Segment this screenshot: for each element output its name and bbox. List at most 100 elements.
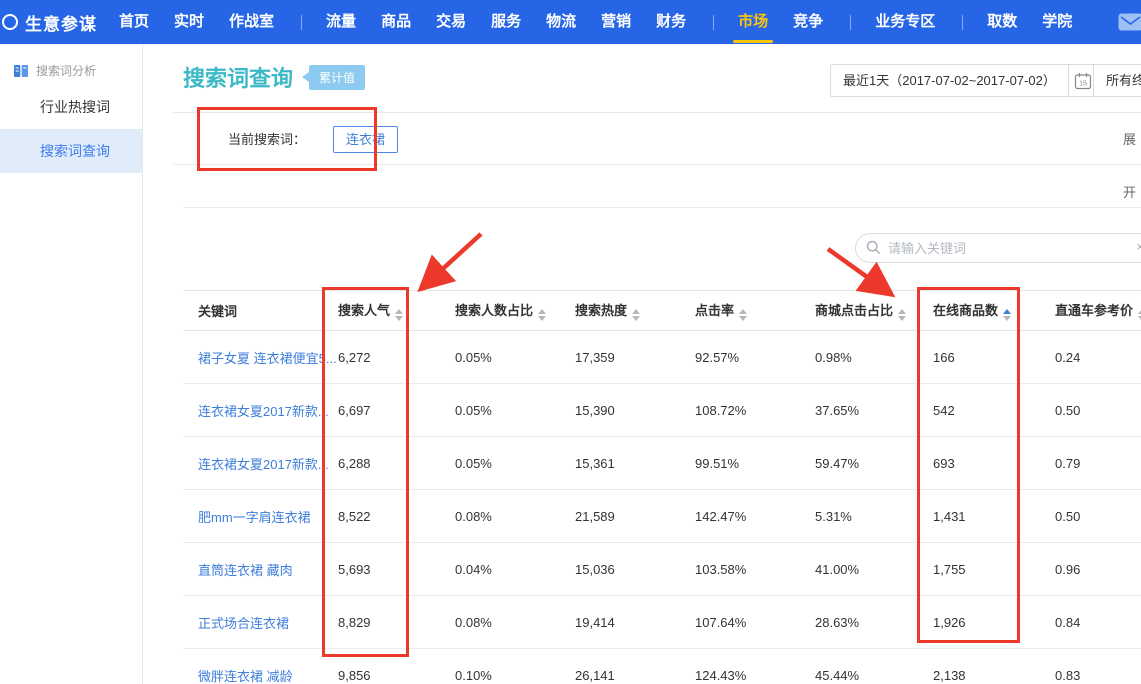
search-terms-table: 关键词 搜索人气 搜索人数占比 搜索热度 点击率 商城点击占比 在线商品数 直通… xyxy=(183,290,1141,684)
sort-icon xyxy=(395,309,403,321)
cell-searcher-share: 0.08% xyxy=(455,509,575,524)
sort-icon xyxy=(632,309,640,321)
cell-online-products: 1,755 xyxy=(933,562,1055,577)
cell-ppc-price: 0.50 xyxy=(1055,403,1141,418)
nav-item-finance[interactable]: 财务 xyxy=(656,0,686,44)
sort-icon xyxy=(538,309,546,321)
cell-ppc-price: 0.83 xyxy=(1055,668,1141,683)
cell-click-rate: 103.58% xyxy=(695,562,815,577)
nav-items: 首页 实时 作战室 流量 商品 交易 服务 物流 营销 财务 市场 竞争 业务专… xyxy=(119,0,1097,44)
cell-searcher-share: 0.05% xyxy=(455,456,575,471)
sidebar-section-label: 搜索词分析 xyxy=(36,62,96,79)
current-keyword-chip[interactable]: 连衣裙 xyxy=(333,126,398,153)
table-row: 裙子女夏 连衣裙便宜5... 6,272 0.05% 17,359 92.57%… xyxy=(183,331,1141,384)
nav-item-academy[interactable]: 学院 xyxy=(1042,0,1072,44)
cell-searcher-share: 0.08% xyxy=(455,615,575,630)
column-header-searcher-share[interactable]: 搜索人数占比 xyxy=(455,300,575,321)
top-navigation-bar: 生意参谋 首页 实时 作战室 流量 商品 交易 服务 物流 营销 财务 市场 竞… xyxy=(0,0,1141,44)
sidebar-section-header: 搜索词分析 xyxy=(0,44,142,79)
terminal-filter-button[interactable]: 所有终端 xyxy=(1093,64,1141,97)
cell-mall-click-share: 37.65% xyxy=(815,403,933,418)
main-content: 搜索词查询 累计值 最近1天（2017-07-02~2017-07-02） 15… xyxy=(143,44,1141,684)
cell-click-rate: 99.51% xyxy=(695,456,815,471)
sort-icon xyxy=(898,309,906,321)
cell-online-products: 2,138 xyxy=(933,668,1055,683)
search-input[interactable] xyxy=(855,233,1141,263)
mail-icon[interactable] xyxy=(1118,13,1141,31)
nav-item-market[interactable]: 市场 xyxy=(738,0,768,44)
clear-icon[interactable]: × xyxy=(1136,239,1141,254)
cell-search-popularity: 6,288 xyxy=(338,456,455,471)
nav-item-data-fetch[interactable]: 取数 xyxy=(987,0,1017,44)
column-header-mall-click-share[interactable]: 商城点击占比 xyxy=(815,300,933,321)
calendar-icon: 15 xyxy=(1074,72,1092,90)
keyword-link[interactable]: 直筒连衣裙 藏肉 xyxy=(198,563,293,578)
keyword-cell: 连衣裙女夏2017新款... xyxy=(198,401,338,420)
keyword-link[interactable]: 肥mm一字肩连衣裙 xyxy=(198,510,311,525)
column-header-click-rate[interactable]: 点击率 xyxy=(695,300,815,321)
nav-item-service[interactable]: 服务 xyxy=(491,0,521,44)
keyword-cell: 正式场合连衣裙 xyxy=(198,613,338,632)
current-search-term-panel: 当前搜索词： 连衣裙 展开 xyxy=(173,112,1141,165)
cell-mall-click-share: 5.31% xyxy=(815,509,933,524)
cell-ppc-price: 0.79 xyxy=(1055,456,1141,471)
app-logo[interactable]: 生意参谋 xyxy=(12,10,97,35)
cell-searcher-share: 0.04% xyxy=(455,562,575,577)
nav-divider xyxy=(962,15,963,30)
keyword-link[interactable]: 连衣裙女夏2017新款... xyxy=(198,404,329,419)
table-row: 正式场合连衣裙 8,829 0.08% 19,414 107.64% 28.63… xyxy=(183,596,1141,649)
sort-icon-active-asc xyxy=(1003,309,1011,321)
cell-ppc-price: 0.24 xyxy=(1055,350,1141,365)
nav-item-marketing[interactable]: 营销 xyxy=(601,0,631,44)
nav-item-competition[interactable]: 竞争 xyxy=(793,0,823,44)
sidebar-item-search-term-query[interactable]: 搜索词查询 xyxy=(0,129,142,173)
column-header-search-heat[interactable]: 搜索热度 xyxy=(575,300,695,321)
keyword-link[interactable]: 微胖连衣裙 减龄 xyxy=(198,669,293,684)
cell-search-heat: 26,141 xyxy=(575,668,695,683)
cell-mall-click-share: 59.47% xyxy=(815,456,933,471)
keyword-link[interactable]: 连衣裙女夏2017新款... xyxy=(198,457,329,472)
keyword-link[interactable]: 裙子女夏 连衣裙便宜5... xyxy=(198,351,337,366)
sidebar-item-industry-hot-words[interactable]: 行业热搜词 xyxy=(0,87,142,127)
cell-search-heat: 21,589 xyxy=(575,509,695,524)
cell-click-rate: 124.43% xyxy=(695,668,815,683)
keyword-cell: 微胖连衣裙 减龄 xyxy=(198,666,338,684)
cell-search-popularity: 8,522 xyxy=(338,509,455,524)
table-row: 直筒连衣裙 藏肉 5,693 0.04% 15,036 103.58% 41.0… xyxy=(183,543,1141,596)
column-header-online-products[interactable]: 在线商品数 xyxy=(933,300,1055,321)
nav-item-trade[interactable]: 交易 xyxy=(436,0,466,44)
nav-divider xyxy=(850,15,851,30)
cell-online-products: 1,926 xyxy=(933,615,1055,630)
search-term-analytics-page: { "nav": { "logo": "生意参谋", "items": [ { … xyxy=(0,0,1141,684)
table-row: 连衣裙女夏2017新款... 6,288 0.05% 15,361 99.51%… xyxy=(183,437,1141,490)
cell-click-rate: 142.47% xyxy=(695,509,815,524)
cell-search-heat: 15,361 xyxy=(575,456,695,471)
cell-mall-click-share: 41.00% xyxy=(815,562,933,577)
cell-ppc-price: 0.84 xyxy=(1055,615,1141,630)
nav-item-warroom[interactable]: 作战室 xyxy=(229,0,274,44)
cell-search-heat: 17,359 xyxy=(575,350,695,365)
date-range-value: 最近1天（2017-07-02~2017-07-02） xyxy=(831,65,1068,96)
nav-item-realtime[interactable]: 实时 xyxy=(174,0,204,44)
date-range-picker[interactable]: 最近1天（2017-07-02~2017-07-02） 15 xyxy=(830,64,1099,97)
column-header-ppc-reference-price[interactable]: 直通车参考价 xyxy=(1055,300,1141,321)
cell-search-popularity: 8,829 xyxy=(338,615,455,630)
nav-item-goods[interactable]: 商品 xyxy=(381,0,411,44)
nav-item-logistics[interactable]: 物流 xyxy=(546,0,576,44)
nav-item-traffic[interactable]: 流量 xyxy=(326,0,356,44)
cell-mall-click-share: 28.63% xyxy=(815,615,933,630)
cell-online-products: 542 xyxy=(933,403,1055,418)
cell-mall-click-share: 0.98% xyxy=(815,350,933,365)
expand-label: 展开 xyxy=(1123,132,1136,200)
cell-online-products: 1,431 xyxy=(933,509,1055,524)
sidebar: 搜索词分析 行业热搜词 搜索词查询 xyxy=(0,44,143,684)
cell-search-heat: 19,414 xyxy=(575,615,695,630)
current-search-term-label: 当前搜索词： xyxy=(228,113,306,166)
column-header-search-popularity[interactable]: 搜索人气 xyxy=(338,300,455,321)
nav-item-business-zone[interactable]: 业务专区 xyxy=(875,0,935,44)
cell-search-popularity: 9,856 xyxy=(338,668,455,683)
cell-search-popularity: 6,697 xyxy=(338,403,455,418)
cell-searcher-share: 0.05% xyxy=(455,350,575,365)
nav-item-home[interactable]: 首页 xyxy=(119,0,149,44)
keyword-link[interactable]: 正式场合连衣裙 xyxy=(198,616,289,631)
